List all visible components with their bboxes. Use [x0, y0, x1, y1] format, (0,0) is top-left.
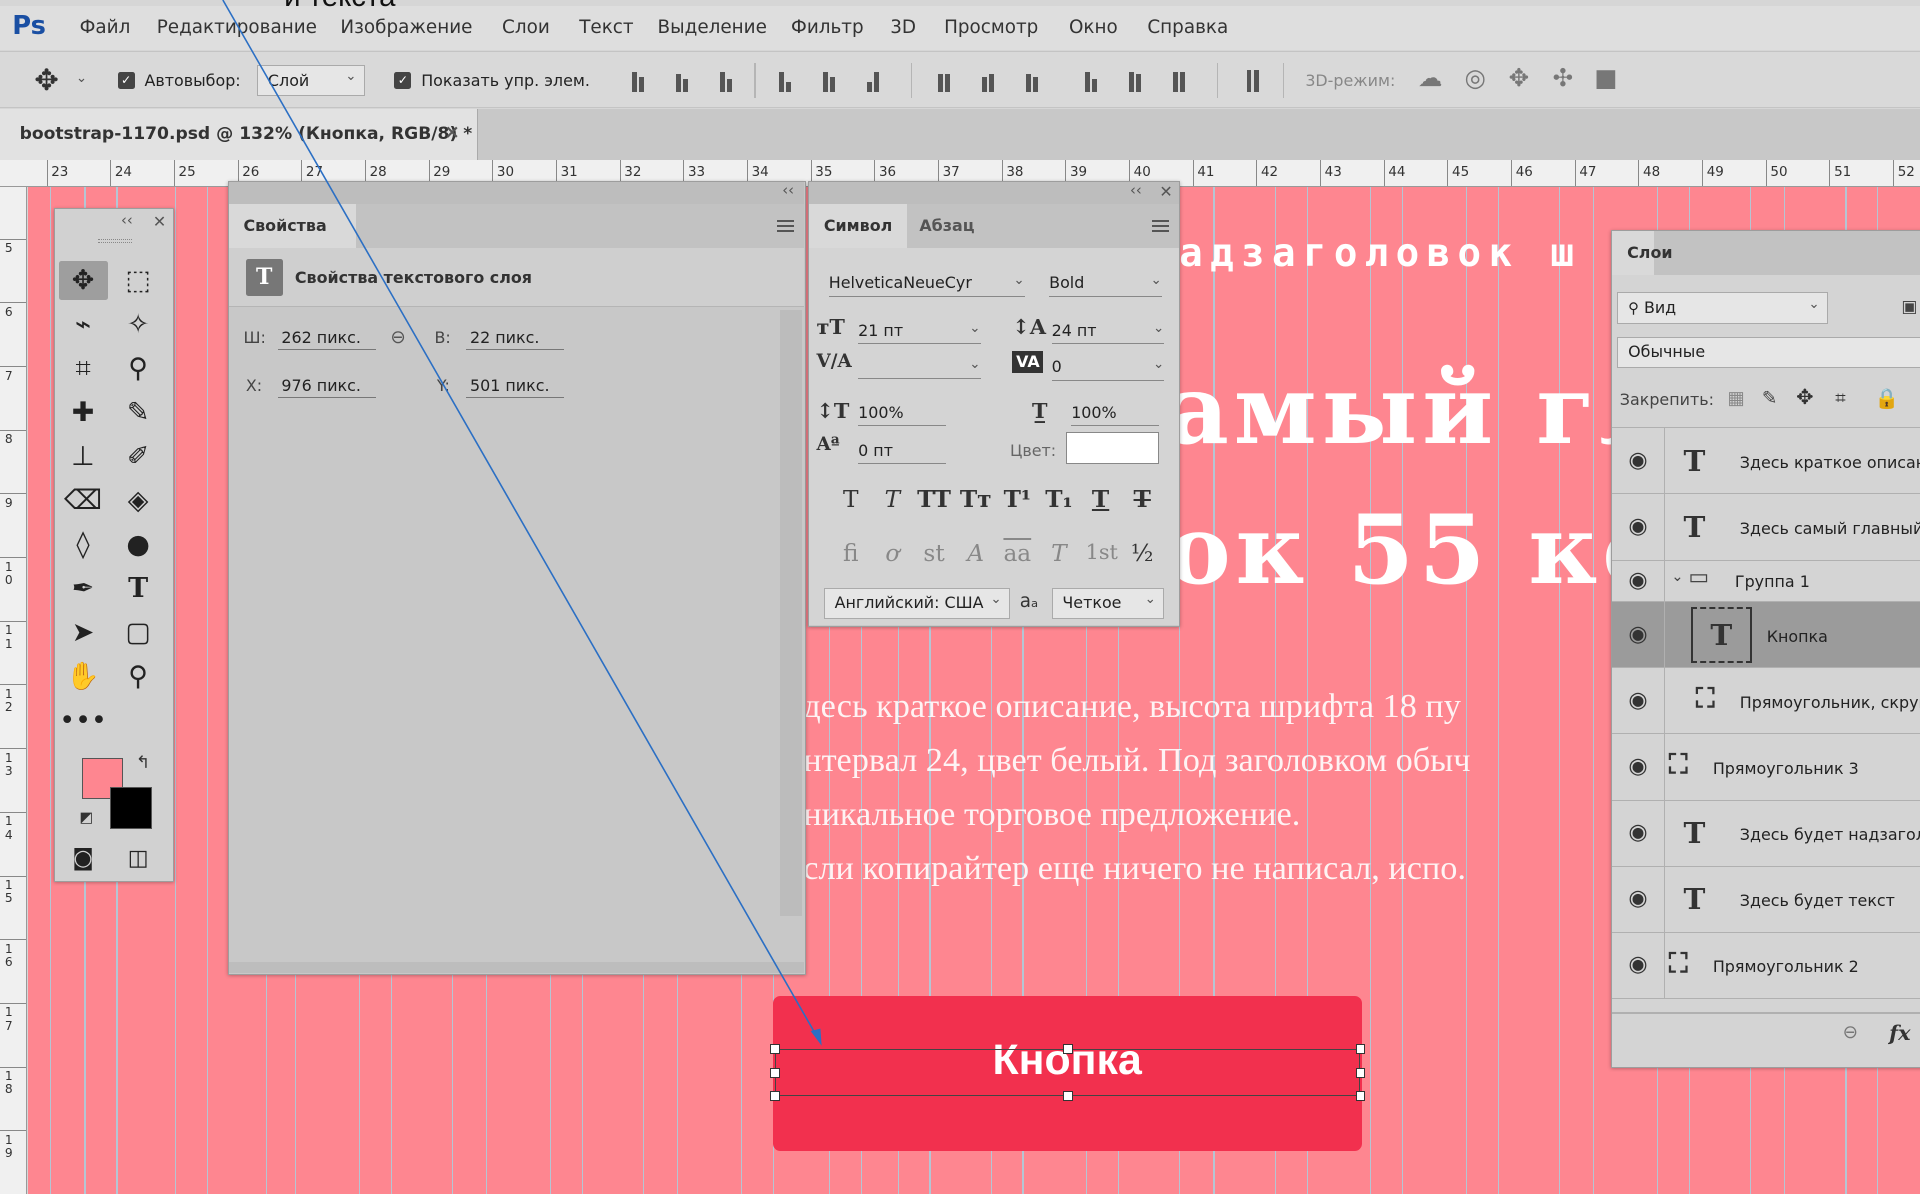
annotation-arrow — [222, 0, 822, 1046]
photoshop-window: Ps Файл Редактирование Изображение Слои … — [0, 0, 1920, 1194]
